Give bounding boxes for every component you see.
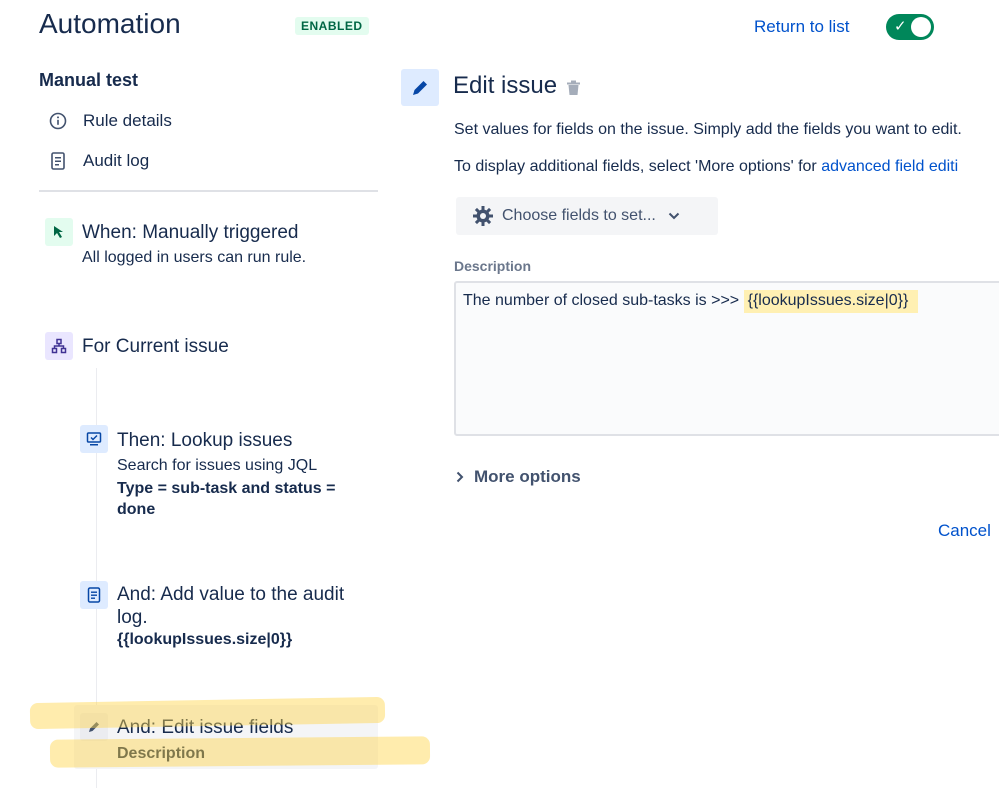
step-subtitle: All logged in users can run rule. (82, 249, 307, 266)
rule-step-audit-log[interactable] (80, 581, 108, 609)
chevron-down-icon (668, 212, 680, 220)
step-title: When: Manually triggered (82, 222, 299, 243)
pencil-icon (413, 80, 427, 95)
step-detail: {{lookupIssues.size|0}} (117, 631, 293, 648)
check-icon: ✓ (894, 17, 907, 35)
cursor-icon (45, 218, 73, 246)
info-icon (48, 111, 68, 131)
sidebar-item-rule-details[interactable]: Rule details (48, 111, 172, 131)
description-text: The number of closed sub-tasks is >>> (463, 292, 744, 309)
edit-issue-icon-box (401, 69, 439, 106)
description-field-value: The number of closed sub-tasks is >>> {{… (463, 290, 919, 313)
rule-step-trigger[interactable] (45, 218, 73, 246)
editor-description-text: To display additional fields, select 'Mo… (454, 158, 822, 175)
sidebar-item-label: Rule details (83, 111, 172, 130)
return-to-list-link[interactable]: Return to list (754, 17, 849, 37)
step-subtitle: Search for issues using JQL (117, 457, 318, 474)
toggle-knob (911, 17, 931, 37)
smart-value-highlight: {{lookupIssues.size|0}} (743, 290, 919, 313)
step-title: Then: Lookup issues (117, 430, 293, 451)
gear-icon (472, 205, 494, 227)
rule-name: Manual test (39, 70, 139, 90)
rule-enabled-toggle[interactable]: ✓ (886, 14, 934, 40)
document-icon (48, 151, 68, 171)
more-options-label: More options (474, 467, 581, 486)
step-title: For Current issue (82, 336, 229, 357)
step-detail: Type = sub-task and status = done (117, 480, 336, 518)
editor-description: Set values for fields on the issue. Simp… (454, 121, 962, 138)
choose-fields-dropdown[interactable]: Choose fields to set... (456, 197, 718, 235)
chevron-right-icon (456, 471, 464, 483)
sidebar-divider (39, 190, 378, 192)
description-field-label: Description (454, 258, 532, 274)
branch-icon (45, 332, 73, 360)
rule-step-branch[interactable] (45, 332, 73, 360)
choose-fields-label: Choose fields to set... (502, 207, 656, 224)
sidebar-item-audit-log[interactable]: Audit log (48, 151, 149, 171)
monitor-icon (80, 425, 108, 453)
page-title: Automation (39, 8, 181, 39)
step-title: And: Add value to the audit log. (117, 584, 345, 628)
more-options-toggle[interactable]: More options (456, 467, 581, 487)
editor-title: Edit issue (453, 72, 558, 99)
highlighter-mark (49, 736, 431, 768)
cancel-button[interactable]: Cancel (938, 521, 991, 541)
advanced-field-editing-link[interactable]: advanced field editi (821, 158, 958, 175)
document-icon (80, 581, 108, 609)
sidebar-item-label: Audit log (83, 151, 150, 170)
status-badge: ENABLED (295, 17, 369, 35)
rule-step-lookup-issues[interactable] (80, 425, 108, 453)
trash-icon[interactable] (566, 80, 581, 101)
editor-description-2: To display additional fields, select 'Mo… (454, 158, 958, 176)
